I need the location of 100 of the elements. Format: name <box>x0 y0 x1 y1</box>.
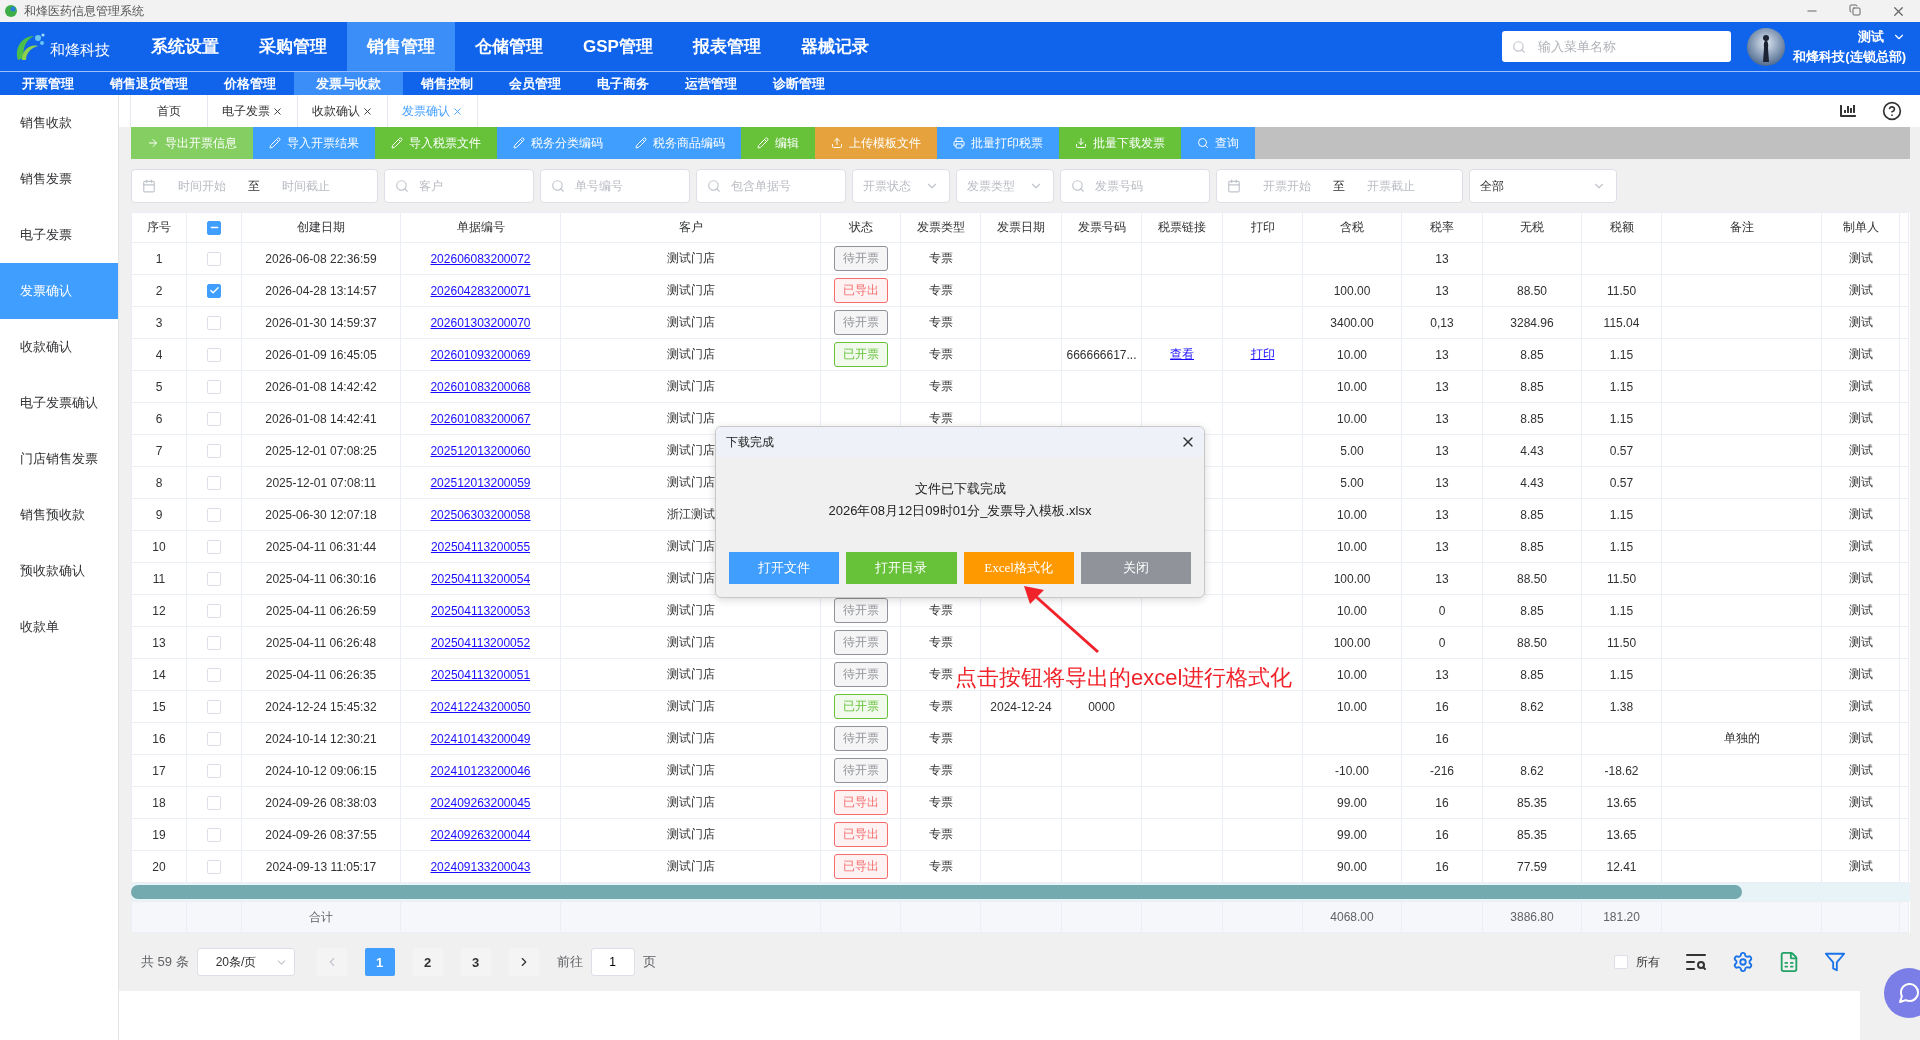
table-cell: 2024-10-14 12:30:21 <box>241 722 401 755</box>
search-field[interactable]: 单号编号 <box>540 169 690 203</box>
horizontal-scrollbar[interactable] <box>131 883 1910 901</box>
table-cell: 测试 <box>1821 754 1900 787</box>
search-field[interactable]: 包含单据号 <box>696 169 846 203</box>
table-cell: 测试门店 <box>560 274 821 307</box>
start-date-input[interactable]: 开票开始 <box>1249 178 1325 194</box>
sidebar-item[interactable]: 预收款确认 <box>0 543 118 599</box>
table-cell: 测试 <box>1821 498 1900 531</box>
sub-menu-item[interactable]: 开票管理 <box>4 72 92 95</box>
sidebar-item[interactable]: 销售预收款 <box>0 487 118 543</box>
help-icon[interactable] <box>1882 101 1902 121</box>
sidebar-item[interactable]: 销售收款 <box>0 95 118 151</box>
table-cell: 99.00 <box>1302 786 1402 819</box>
date-range-field[interactable]: 时间开始 至 时间截止 <box>131 169 378 203</box>
table-cell: 4 <box>131 338 187 371</box>
status-badge: 已导出 <box>833 278 888 303</box>
table-cell: 10.00 <box>1302 594 1402 627</box>
sidebar-item[interactable]: 电子发票 <box>0 207 118 263</box>
table-cell: 6 <box>131 402 187 435</box>
filter-icon[interactable] <box>1824 951 1846 973</box>
calendar-icon <box>1227 179 1241 193</box>
table-cell: 10.00 <box>1302 338 1402 371</box>
date-range-field[interactable]: 开票开始 至 开票截止 <box>1216 169 1463 203</box>
start-date-input[interactable]: 时间开始 <box>164 178 240 194</box>
column-header: 发票日期 <box>980 212 1062 243</box>
main-menu-item[interactable]: 报表管理 <box>672 22 781 71</box>
table-cell: 测试 <box>1821 338 1900 371</box>
sidebar-item[interactable]: 收款单 <box>0 599 118 655</box>
table-cell: 8.62 <box>1482 690 1582 723</box>
table-cell: 测试 <box>1821 466 1900 499</box>
sub-menu-item[interactable]: 运营管理 <box>667 72 755 95</box>
table-cell: 4.43 <box>1482 434 1582 467</box>
table-cell: 115.04 <box>1581 306 1662 339</box>
range-separator: 至 <box>1333 177 1345 195</box>
main-menu-item[interactable]: 系统设置 <box>131 22 239 71</box>
sub-menu-item[interactable]: 销售控制 <box>403 72 491 95</box>
view-link[interactable]: 查看 <box>1170 347 1194 361</box>
table-cell: 99.00 <box>1302 818 1402 851</box>
table-cell: 3400.00 <box>1302 306 1402 339</box>
page-button[interactable]: 3 <box>460 948 491 976</box>
bar-chart-icon[interactable] <box>1840 103 1856 119</box>
page-size-select[interactable]: 20条/页 <box>196 948 295 976</box>
row-checkbox[interactable] <box>207 283 221 298</box>
sub-menu-item[interactable]: 电子商务 <box>579 72 667 95</box>
next-page-button[interactable] <box>508 948 539 976</box>
app-icon <box>4 4 18 18</box>
table-cell: -216 <box>1401 754 1483 787</box>
main-menu-item[interactable]: GSP管理 <box>563 22 673 71</box>
print-link[interactable]: 打印 <box>1250 347 1275 361</box>
table-cell: 8.85 <box>1482 338 1582 371</box>
sidebar-item[interactable]: 销售发票 <box>0 151 118 207</box>
sidebar-item[interactable]: 门店销售发票 <box>0 431 118 487</box>
restore-icon[interactable] <box>1849 3 1861 16</box>
select-field[interactable]: 全部 <box>1469 169 1617 203</box>
search-input[interactable]: 发票号码 <box>1093 178 1199 194</box>
main-menu-item[interactable]: 器械记录 <box>780 22 889 71</box>
menu-search-field[interactable]: 输入菜单名称 <box>1502 31 1732 62</box>
search-field[interactable]: 客户 <box>384 169 534 203</box>
close-icon[interactable] <box>362 105 373 117</box>
search-input[interactable]: 单号编号 <box>573 178 679 194</box>
settings-icon[interactable] <box>1732 951 1754 973</box>
sub-menu-item[interactable]: 价格管理 <box>206 72 294 95</box>
table-cell: 0.57 <box>1581 434 1662 467</box>
table-cell: 0 <box>1401 594 1483 627</box>
main-menu-item[interactable]: 采购管理 <box>239 22 347 71</box>
search-field[interactable]: 发票号码 <box>1060 169 1210 203</box>
sub-menu-item[interactable]: 诊断管理 <box>755 72 843 95</box>
user-name[interactable]: 测试 <box>1858 27 1884 46</box>
table-cell: 2025-12-01 07:08:25 <box>241 434 401 467</box>
table-cell: 8.85 <box>1482 658 1582 691</box>
sidebar-item[interactable]: 电子发票确认 <box>0 375 118 431</box>
sub-menu-item[interactable]: 销售退货管理 <box>92 72 206 95</box>
end-date-input[interactable]: 时间截止 <box>268 178 344 194</box>
column-header: 制单人 <box>1821 212 1900 243</box>
search-input[interactable]: 包含单据号 <box>729 178 835 194</box>
select-value: 全部 <box>1480 177 1505 195</box>
sidebar-item[interactable]: 收款确认 <box>0 319 118 375</box>
close-icon[interactable] <box>272 105 283 117</box>
page-number-field[interactable]: 1 <box>590 948 635 976</box>
spreadsheet-icon[interactable] <box>1778 951 1800 973</box>
table-cell: 10.00 <box>1302 402 1402 435</box>
totals-label: 合计 <box>241 901 401 933</box>
previous-page-button[interactable] <box>316 948 347 976</box>
page-button[interactable]: 2 <box>412 948 443 976</box>
search-icon <box>1071 179 1085 193</box>
table-cell: 5 <box>131 370 187 403</box>
main-menu-item[interactable]: 仓储管理 <box>455 22 563 71</box>
status-badge: 待开票 <box>833 726 888 751</box>
table-cell: 16 <box>1401 786 1483 819</box>
status-badge: 已导出 <box>833 822 888 847</box>
sub-menu-item[interactable]: 会员管理 <box>491 72 579 95</box>
table-cell: 77.59 <box>1482 850 1582 883</box>
select-all-checkbox[interactable] <box>207 220 221 235</box>
column-header: 状态 <box>820 212 901 243</box>
all-checkbox[interactable] <box>1614 955 1628 969</box>
table-cell: 3 <box>131 306 187 339</box>
search-input[interactable]: 客户 <box>417 178 523 194</box>
table-cell: 13 <box>1401 434 1483 467</box>
end-date-input[interactable]: 开票截止 <box>1353 178 1429 194</box>
